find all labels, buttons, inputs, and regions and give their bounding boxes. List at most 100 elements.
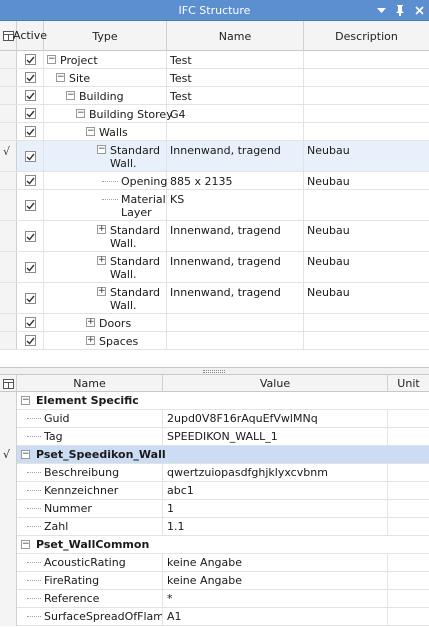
tree-row-selected[interactable]: √ − Standard Wall. Innenwand, tragend Ne… <box>0 141 429 172</box>
window-titlebar: IFC Structure <box>0 0 429 21</box>
node-type: Building Storey <box>89 108 173 121</box>
dropdown-arrow-icon[interactable] <box>375 5 387 17</box>
node-name: Innenwand, tragend <box>170 144 281 157</box>
node-name: Innenwand, tragend <box>170 286 281 299</box>
active-checkbox[interactable] <box>25 72 36 83</box>
tree-row[interactable]: − Building Test <box>0 87 429 105</box>
column-header-active[interactable]: Active <box>13 21 47 51</box>
property-row[interactable]: Nummer 1 <box>0 500 429 518</box>
property-group-row-selected[interactable]: √ − Pset_Speedikon_Wall <box>0 446 429 464</box>
tree-row[interactable]: + Standard Wall. Innenwand, tragend Neub… <box>0 252 429 283</box>
active-checkbox[interactable] <box>25 108 36 119</box>
node-type: Building <box>79 90 124 103</box>
property-row[interactable]: Beschreibung qwertzuiopasdfghjklyxcvbnm <box>0 464 429 482</box>
tree-row[interactable]: + Standard Wall. Innenwand, tragend Neub… <box>0 283 429 314</box>
property-value[interactable]: keine Angabe <box>163 572 388 590</box>
active-checkbox[interactable] <box>25 200 36 211</box>
collapse-toggle-icon[interactable]: − <box>21 450 30 459</box>
active-checkbox[interactable] <box>25 90 36 101</box>
tree-row[interactable]: − Project Test <box>0 51 429 69</box>
tree-header: Active Type Name Description <box>0 21 429 51</box>
column-header-name[interactable]: Name <box>17 375 163 392</box>
property-name: FireRating <box>44 574 100 587</box>
property-group-row[interactable]: − Element Specific <box>0 392 429 410</box>
node-description: Neubau <box>307 224 350 237</box>
property-grid: Name Value Unit − Element Specific Guid … <box>0 375 429 627</box>
node-name: G4 <box>170 108 186 121</box>
active-checkbox[interactable] <box>25 231 36 242</box>
tree-row[interactable]: + Spaces <box>0 332 429 350</box>
tree-row[interactable]: Opening 885 x 2135 Neubau <box>0 172 429 190</box>
tree-row[interactable]: − Building Storey G4 <box>0 105 429 123</box>
active-checkbox[interactable] <box>25 151 36 162</box>
property-value[interactable]: 1 <box>163 500 388 518</box>
collapse-toggle-icon[interactable]: − <box>76 109 85 118</box>
property-row[interactable]: SurfaceSpreadOfFlame A1 <box>0 608 429 626</box>
expand-toggle-icon[interactable]: + <box>97 256 106 265</box>
node-type-line2: Wall. <box>110 268 137 281</box>
expand-toggle-icon[interactable]: + <box>86 336 95 345</box>
node-description: Neubau <box>307 144 350 157</box>
tree-row[interactable]: − Walls <box>0 123 429 141</box>
tree-row[interactable]: − Site Test <box>0 69 429 87</box>
collapse-toggle-icon[interactable]: − <box>97 145 106 154</box>
active-checkbox[interactable] <box>25 54 36 65</box>
property-value[interactable]: abc1 <box>163 482 388 500</box>
property-value[interactable]: keine Angabe <box>163 554 388 572</box>
property-row[interactable]: AcousticRating keine Angabe <box>0 554 429 572</box>
ifc-structure-tree: Active Type Name Description − Project T… <box>0 21 429 368</box>
property-row[interactable]: Guid 2upd0V8F16rAquEfVwlMNq <box>0 410 429 428</box>
property-value[interactable]: 1.1 <box>163 518 388 536</box>
pin-icon[interactable] <box>394 5 406 17</box>
window-title: IFC Structure <box>178 4 251 17</box>
tree-row[interactable]: + Doors <box>0 314 429 332</box>
active-checkbox[interactable] <box>25 126 36 137</box>
collapse-toggle-icon[interactable]: − <box>66 91 75 100</box>
collapse-toggle-icon[interactable]: − <box>21 540 30 549</box>
property-value[interactable]: qwertzuiopasdfghjklyxcvbnm <box>163 464 388 482</box>
node-name: Innenwand, tragend <box>170 255 281 268</box>
column-header-type[interactable]: Type <box>44 21 167 51</box>
node-type: Project <box>60 54 98 67</box>
property-row[interactable]: FireRating keine Angabe <box>0 572 429 590</box>
column-header-unit[interactable]: Unit <box>388 375 429 392</box>
node-type: Spaces <box>99 335 139 348</box>
column-header-description[interactable]: Description <box>304 21 429 51</box>
collapse-toggle-icon[interactable]: − <box>86 127 95 136</box>
property-value[interactable]: 2upd0V8F16rAquEfVwlMNq <box>163 410 388 428</box>
active-checkbox[interactable] <box>25 335 36 346</box>
tree-row[interactable]: Material Layer KS <box>0 190 429 221</box>
property-row[interactable]: Tag SPEEDIKON_WALL_1 <box>0 428 429 446</box>
property-row[interactable]: Reference * <box>0 590 429 608</box>
node-name: KS <box>170 193 185 206</box>
collapse-toggle-icon[interactable]: − <box>56 73 65 82</box>
property-name: Nummer <box>44 502 92 515</box>
property-group-title: Element Specific <box>36 394 139 407</box>
tree-row[interactable]: + Standard Wall. Innenwand, tragend Neub… <box>0 221 429 252</box>
property-value[interactable]: A1 <box>163 608 388 626</box>
close-icon[interactable] <box>413 5 425 17</box>
node-description: Neubau <box>307 175 350 188</box>
property-value[interactable]: SPEEDIKON_WALL_1 <box>163 428 388 446</box>
splitter-grip-icon[interactable] <box>203 370 225 373</box>
active-checkbox[interactable] <box>25 262 36 273</box>
column-chooser-icon[interactable] <box>0 375 17 392</box>
collapse-toggle-icon[interactable]: − <box>47 55 56 64</box>
property-row[interactable]: Kennzeichner abc1 <box>0 482 429 500</box>
current-row-indicator: √ <box>3 448 11 461</box>
expand-toggle-icon[interactable]: + <box>86 318 95 327</box>
property-name: AcousticRating <box>44 556 126 569</box>
active-checkbox[interactable] <box>25 175 36 186</box>
expand-toggle-icon[interactable]: + <box>97 225 106 234</box>
active-checkbox[interactable] <box>25 293 36 304</box>
panel-splitter[interactable] <box>0 368 429 375</box>
column-header-value[interactable]: Value <box>163 375 388 392</box>
collapse-toggle-icon[interactable]: − <box>21 396 30 405</box>
node-name: Innenwand, tragend <box>170 224 281 237</box>
expand-toggle-icon[interactable]: + <box>97 287 106 296</box>
property-row[interactable]: Zahl 1.1 <box>0 518 429 536</box>
column-header-name[interactable]: Name <box>167 21 304 51</box>
active-checkbox[interactable] <box>25 317 36 328</box>
property-value[interactable]: * <box>163 590 388 608</box>
property-group-row[interactable]: − Pset_WallCommon <box>0 536 429 554</box>
